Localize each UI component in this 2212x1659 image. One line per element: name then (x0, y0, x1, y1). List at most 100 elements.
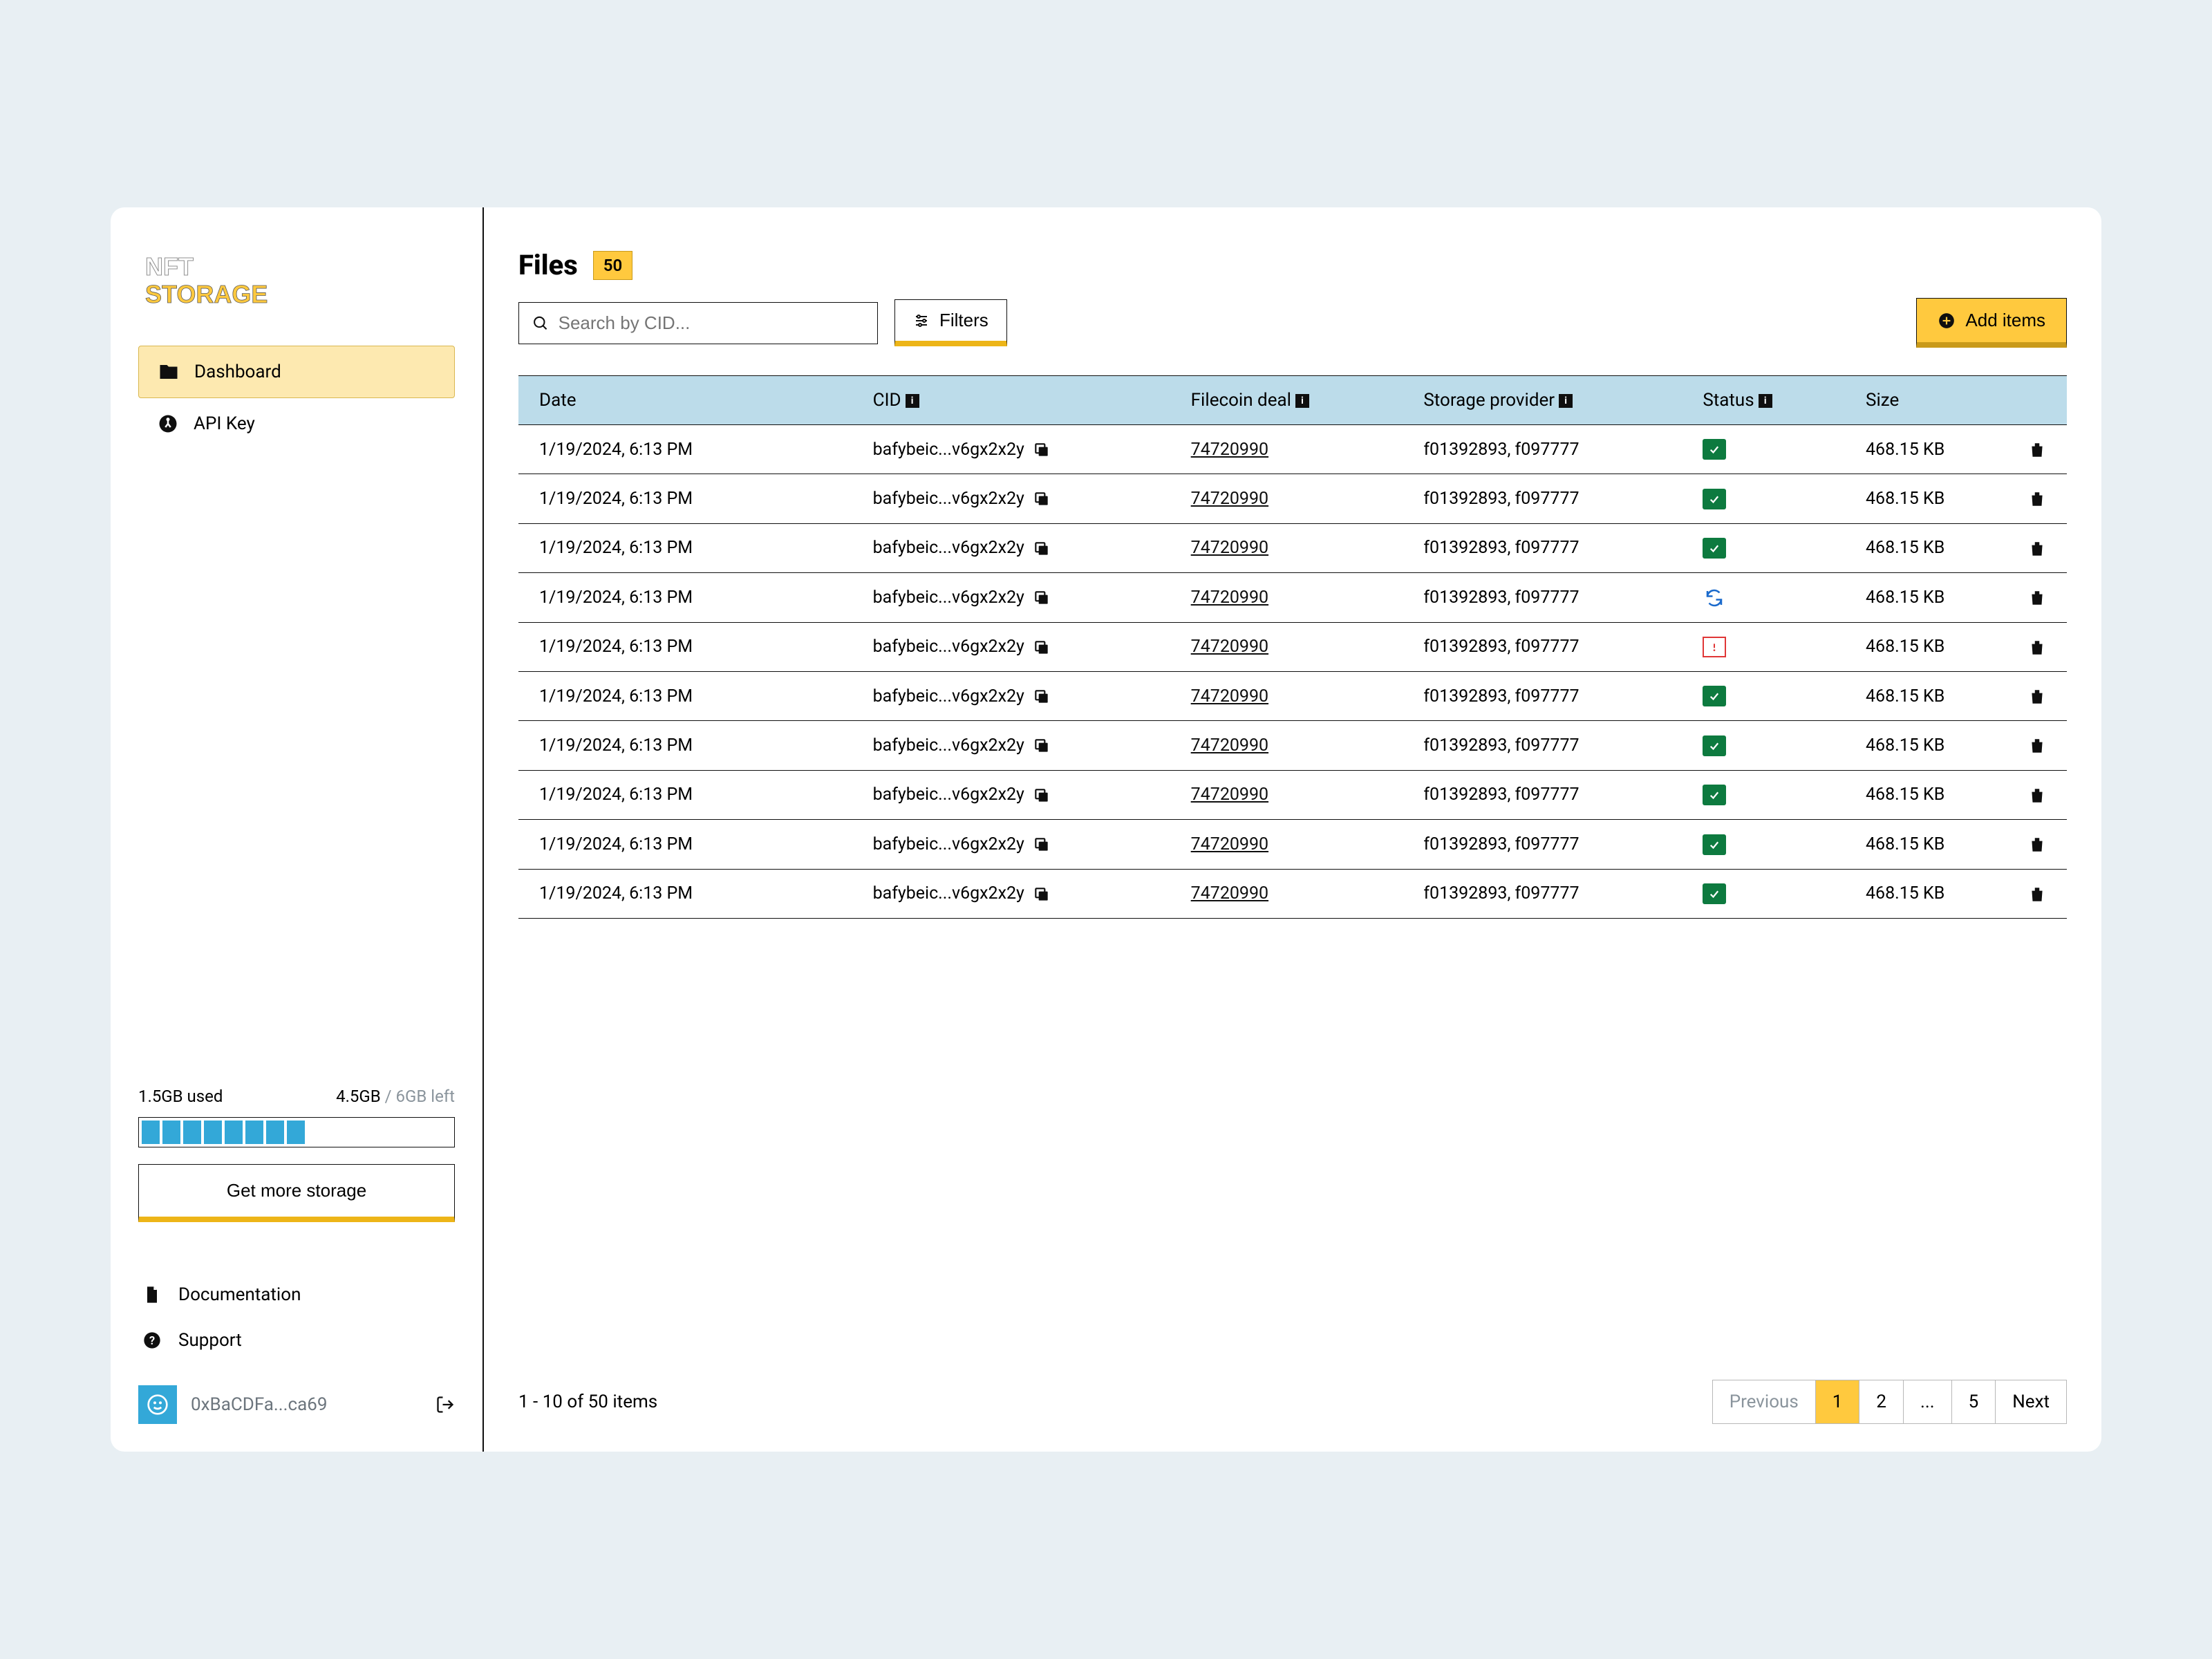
trash-icon[interactable] (2028, 885, 2046, 903)
cell-cid: bafybeic...v6gx2x2y (852, 425, 1170, 474)
sidebar: NFT STORAGE DashboardAPI Key 1.5GB used … (111, 207, 484, 1452)
trash-icon[interactable] (2028, 540, 2046, 558)
pagination-prev[interactable]: Previous (1713, 1380, 1816, 1423)
pagination-page-...[interactable]: ... (1904, 1380, 1952, 1423)
copy-icon[interactable] (1033, 836, 1051, 854)
deal-link[interactable]: 74720990 (1191, 588, 1268, 608)
cell-size: 468.15 KB (1845, 770, 2000, 819)
trash-icon[interactable] (2028, 639, 2046, 657)
cell-deal: 74720990 (1170, 425, 1403, 474)
info-icon[interactable]: i (1295, 394, 1309, 408)
copy-icon[interactable] (1033, 885, 1051, 903)
filters-button[interactable]: Filters (894, 299, 1007, 346)
logout-icon[interactable] (435, 1395, 455, 1414)
trash-icon[interactable] (2028, 490, 2046, 508)
cell-cid: bafybeic...v6gx2x2y (852, 721, 1170, 770)
pagination: Previous12...5Next (1712, 1380, 2067, 1424)
page-header: Files 50 (518, 249, 2067, 281)
trash-icon[interactable] (2028, 836, 2046, 854)
copy-icon[interactable] (1033, 441, 1051, 459)
copy-icon[interactable] (1033, 787, 1051, 805)
copy-icon[interactable] (1033, 639, 1051, 657)
pagination-page-5[interactable]: 5 (1952, 1380, 1996, 1423)
cell-date: 1/19/2024, 6:13 PM (518, 425, 852, 474)
folder-icon (158, 362, 179, 382)
trash-icon[interactable] (2028, 737, 2046, 755)
cell-cid: bafybeic...v6gx2x2y (852, 770, 1170, 819)
copy-icon[interactable] (1033, 540, 1051, 558)
cell-delete (2000, 523, 2067, 572)
sidebar-item-api-key[interactable]: API Key (138, 398, 455, 449)
cell-provider: f01392893, f097777 (1403, 671, 1682, 720)
info-icon[interactable]: i (1759, 394, 1772, 408)
info-icon[interactable]: i (906, 394, 919, 408)
trash-icon[interactable] (2028, 688, 2046, 706)
cell-provider: f01392893, f097777 (1403, 770, 1682, 819)
col-date: Date (518, 376, 852, 425)
status-ok-icon (1703, 735, 1726, 756)
deal-link[interactable]: 74720990 (1191, 735, 1268, 756)
cell-date: 1/19/2024, 6:13 PM (518, 474, 852, 523)
col-provider: Storage provideri (1403, 376, 1682, 425)
sidebar-item-dashboard[interactable]: Dashboard (138, 346, 455, 398)
user-address: 0xBaCDFa...ca69 (191, 1394, 422, 1415)
sidebar-item-label: Dashboard (194, 362, 281, 382)
copy-icon[interactable] (1033, 589, 1051, 607)
trash-icon[interactable] (2028, 787, 2046, 805)
deal-link[interactable]: 74720990 (1191, 686, 1268, 706)
status-ok-icon (1703, 883, 1726, 904)
footer-link-documentation[interactable]: Documentation (138, 1272, 455, 1318)
search-input[interactable] (549, 312, 865, 334)
avatar[interactable] (138, 1385, 177, 1424)
cell-delete (2000, 820, 2067, 869)
deal-link[interactable]: 74720990 (1191, 538, 1268, 558)
info-icon[interactable]: i (1559, 394, 1573, 408)
footer-link-label: Support (178, 1330, 242, 1351)
col-status: Statusi (1682, 376, 1845, 425)
cell-deal: 74720990 (1170, 523, 1403, 572)
table-row: 1/19/2024, 6:13 PM bafybeic...v6gx2x2y 7… (518, 671, 2067, 720)
status-ok-icon (1703, 439, 1726, 460)
col-size: Size (1845, 376, 2000, 425)
cell-delete (2000, 721, 2067, 770)
key-icon (158, 413, 178, 434)
doc-icon (142, 1285, 162, 1304)
cell-deal: 74720990 (1170, 869, 1403, 918)
status-ok-icon (1703, 785, 1726, 805)
cell-provider: f01392893, f097777 (1403, 622, 1682, 671)
table-row: 1/19/2024, 6:13 PM bafybeic...v6gx2x2y 7… (518, 523, 2067, 572)
deal-link[interactable]: 74720990 (1191, 489, 1268, 509)
deal-link[interactable]: 74720990 (1191, 785, 1268, 805)
search-container (518, 302, 878, 344)
cell-delete (2000, 425, 2067, 474)
cell-provider: f01392893, f097777 (1403, 523, 1682, 572)
table-row: 1/19/2024, 6:13 PM bafybeic...v6gx2x2y 7… (518, 770, 2067, 819)
table-row: 1/19/2024, 6:13 PM bafybeic...v6gx2x2y 7… (518, 622, 2067, 671)
deal-link[interactable]: 74720990 (1191, 637, 1268, 657)
deal-link[interactable]: 74720990 (1191, 440, 1268, 460)
help-icon: ? (142, 1331, 162, 1350)
cell-deal: 74720990 (1170, 474, 1403, 523)
storage-segment (183, 1121, 201, 1144)
cell-size: 468.15 KB (1845, 425, 2000, 474)
cell-deal: 74720990 (1170, 770, 1403, 819)
pagination-next[interactable]: Next (1996, 1380, 2066, 1423)
copy-icon[interactable] (1033, 737, 1051, 755)
pagination-page-1[interactable]: 1 (1816, 1380, 1860, 1423)
footer-link-support[interactable]: ? Support (138, 1318, 455, 1363)
trash-icon[interactable] (2028, 589, 2046, 607)
copy-icon[interactable] (1033, 688, 1051, 706)
storage-segment (266, 1121, 284, 1144)
cell-deal: 74720990 (1170, 820, 1403, 869)
deal-link[interactable]: 74720990 (1191, 883, 1268, 903)
copy-icon[interactable] (1033, 490, 1051, 508)
cell-date: 1/19/2024, 6:13 PM (518, 573, 852, 622)
storage-segment (225, 1121, 243, 1144)
cell-date: 1/19/2024, 6:13 PM (518, 869, 852, 918)
sliders-icon (913, 312, 930, 329)
pagination-page-2[interactable]: 2 (1859, 1380, 1904, 1423)
deal-link[interactable]: 74720990 (1191, 834, 1268, 854)
add-items-button[interactable]: Add items (1916, 298, 2067, 348)
get-more-storage-button[interactable]: Get more storage (138, 1164, 455, 1222)
trash-icon[interactable] (2028, 441, 2046, 459)
